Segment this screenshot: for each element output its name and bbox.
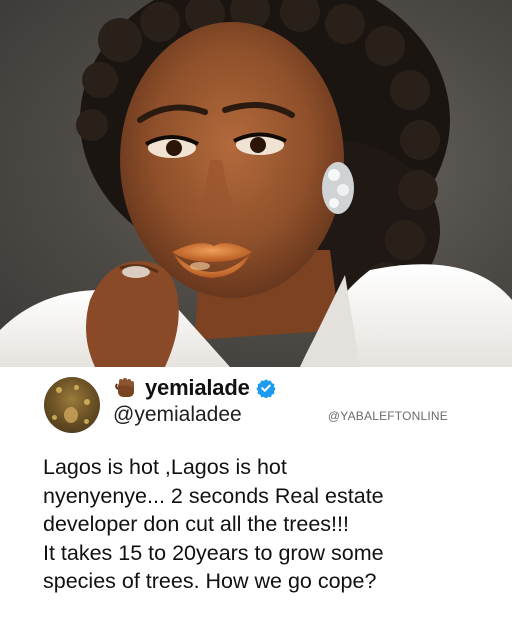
tweet-text-line: Lagos is hot ,Lagos is hot [43, 455, 287, 479]
tweet-text: Lagos is hot ,Lagos is hot nyenyenye... … [43, 453, 493, 596]
tweet-card: yemialade @yemialadee @YABALEFTONLINE La… [0, 367, 512, 640]
user-handle[interactable]: @yemialadee [113, 403, 242, 427]
raised-fist-icon [113, 375, 139, 401]
avatar[interactable] [44, 377, 100, 433]
display-name[interactable]: yemialade [145, 375, 250, 401]
tweet-text-line: developer don cut all the trees!!! [43, 512, 349, 536]
profile-photo [0, 0, 512, 367]
tweet-text-line: species of trees. How we go cope? [43, 569, 377, 593]
post-card: yemialade @yemialadee @YABALEFTONLINE La… [0, 0, 512, 640]
tweet-text-line: nyenyenye... 2 seconds Real estate [43, 483, 384, 508]
name-row: yemialade [113, 373, 276, 403]
tweet-text-line: It takes 15 to 20years to grow some [43, 540, 384, 565]
watermark: @YABALEFTONLINE [327, 409, 448, 423]
verified-badge-icon [255, 378, 276, 399]
